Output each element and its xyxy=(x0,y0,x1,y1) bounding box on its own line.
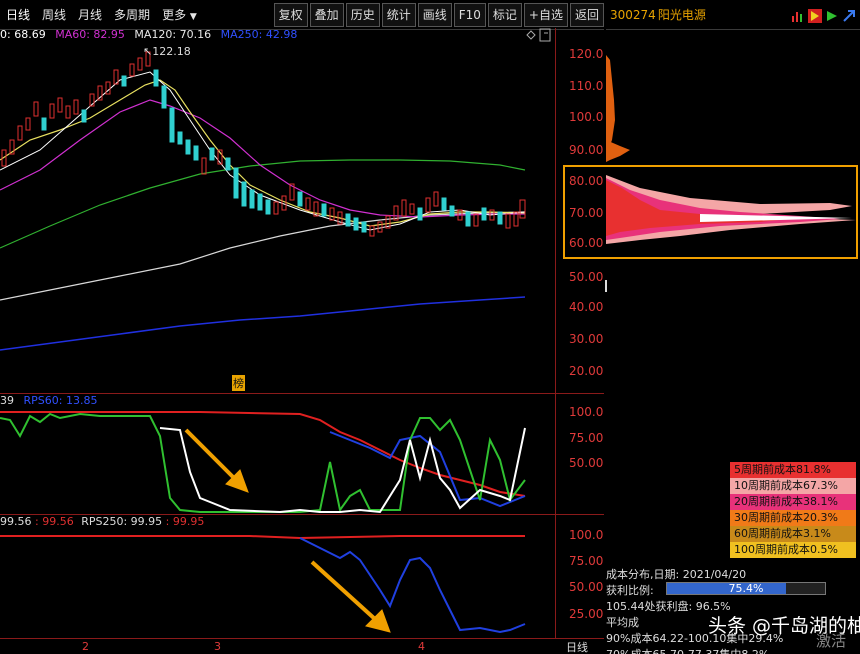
date-tick: 3 xyxy=(214,640,221,653)
rps1-green-line xyxy=(0,412,526,513)
arrow-annotation-2 xyxy=(310,560,391,633)
cost-row: 100周期前成本0.5% xyxy=(730,542,856,558)
rps2-tick: 100.0 xyxy=(569,528,604,542)
profit-ratio-text: 75.4% xyxy=(728,582,764,595)
profit-label: 获利比例: xyxy=(606,584,654,597)
rps2-tick: 25.00 xyxy=(569,607,604,621)
rps2-d: : 99.95 xyxy=(165,515,205,528)
high-price-value: 122.18 xyxy=(152,45,191,58)
avg-cost-line: 平均成 xyxy=(606,616,639,629)
rps2-axis: 100.0 75.00 50.00 25.00 xyxy=(555,0,605,638)
ma-legend: 0: 68.69 MA60: 82.95 MA120: 70.16 MA250:… xyxy=(0,28,303,41)
high-price-label: ↖122.18 xyxy=(143,45,191,58)
cost-70-line: 70%成本65.70-77.37集中8.2% xyxy=(606,646,769,654)
ma120-line xyxy=(0,211,526,301)
cost-row: 60周期前成本3.1% xyxy=(730,526,856,542)
rps2-a: 99.56 xyxy=(0,515,32,528)
date-tick: 2 xyxy=(82,640,89,653)
rps1-legend: 39 RPS60: 13.85 xyxy=(0,394,97,407)
arrow-annotation-1 xyxy=(184,428,249,493)
cost-row: 10周期前成本67.3% xyxy=(730,478,856,494)
rps250-value: RPS250: 99.95 xyxy=(81,515,163,528)
candles xyxy=(1,51,526,237)
rps2-b: : 99.56 xyxy=(35,515,74,528)
cost-date-line: 成本分布,日期: 2021/04/20 xyxy=(606,568,747,581)
rps2-tick: 50.00 xyxy=(569,580,604,594)
date-axis: 2 3 4 xyxy=(0,638,604,654)
cost-distribution-legend: 5周期前成本81.8% 10周期前成本67.3% 20周期前成本38.1% 30… xyxy=(730,462,856,558)
diamond-icon xyxy=(526,30,536,40)
activate-text: 激活 xyxy=(816,632,847,650)
cost-distribution-chart xyxy=(605,55,856,292)
date-tick: 4 xyxy=(418,640,425,653)
rps2-legend: 99.56 : 99.56 RPS250: 99.95 : 99.95 xyxy=(0,515,204,528)
cost-row: 30周期前成本20.3% xyxy=(730,510,856,526)
ma250-value: MA250: 42.98 xyxy=(220,28,298,41)
rps1-first: 39 xyxy=(0,394,14,407)
rps2-blue-line xyxy=(299,537,526,634)
rps2-red-line xyxy=(0,535,525,540)
rps60-value: RPS60: 13.85 xyxy=(23,394,98,407)
ma1-value: 0: 68.69 xyxy=(0,28,46,41)
cost-row: 20周期前成本38.1% xyxy=(730,494,856,510)
rps2-tick: 75.00 xyxy=(569,554,604,568)
ma60-value: MA60: 82.95 xyxy=(55,28,125,41)
ma120-value: MA120: 70.16 xyxy=(134,28,212,41)
ma250-line xyxy=(0,296,526,351)
scroll-icon xyxy=(539,28,551,42)
period-label[interactable]: 日线 xyxy=(566,639,588,654)
bang-badge[interactable]: 榜 xyxy=(232,375,245,391)
profit-ratio-bar: 75.4% xyxy=(666,582,826,595)
stock-chart-window: 日线 周线 月线 多周期 更多 ▼ 复权 叠加 历史 统计 画线 F10 标记 … xyxy=(0,0,860,654)
cost-row: 5周期前成本81.8% xyxy=(730,462,856,478)
